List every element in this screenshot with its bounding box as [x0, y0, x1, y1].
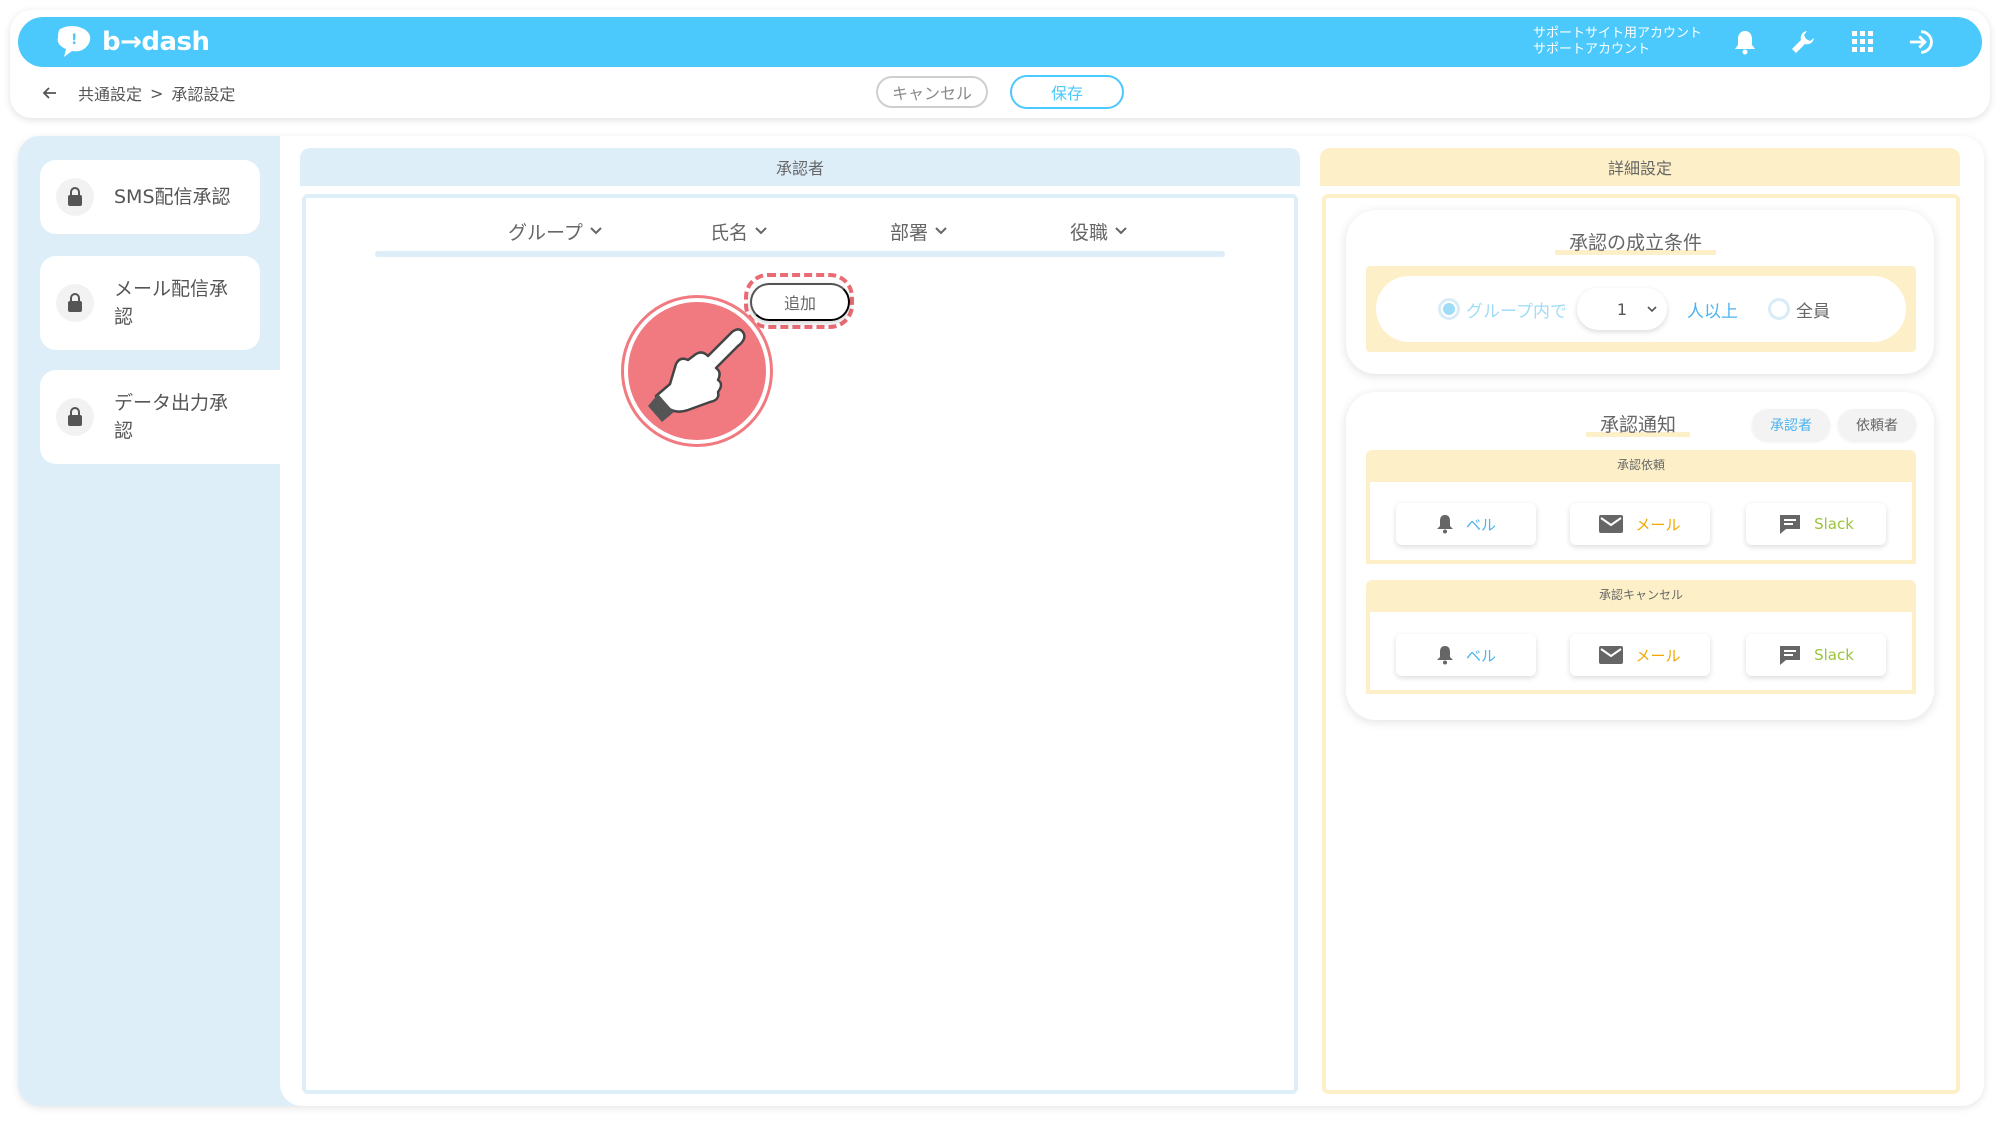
breadcrumb-parent[interactable]: 共通設定 — [78, 81, 142, 105]
account-line1: サポートサイト用アカウント — [1533, 26, 1703, 41]
count-value: 1 — [1616, 299, 1628, 319]
bell-icon[interactable] — [1730, 27, 1760, 57]
breadcrumb-separator: > — [150, 83, 164, 103]
request-mail-button[interactable]: メール — [1570, 503, 1710, 545]
column-group[interactable]: グループ — [508, 218, 603, 244]
request-slack-button[interactable]: Slack — [1746, 503, 1886, 545]
count-select[interactable]: 1 — [1576, 288, 1667, 330]
button-label: Slack — [1814, 515, 1854, 533]
condition-options: グループ内で 1 人以上 全員 — [1376, 276, 1906, 342]
column-label: 氏名 — [710, 221, 749, 244]
request-section-header: 承認依頼 — [1366, 450, 1916, 478]
radio-all[interactable] — [1767, 298, 1790, 320]
svg-text:!: ! — [71, 32, 77, 48]
chevron-down-icon — [1115, 227, 1127, 235]
save-button[interactable]: 保存 — [1010, 75, 1124, 109]
pointer-hand-icon — [624, 298, 770, 444]
bell-icon — [1436, 515, 1453, 534]
button-label: メール — [1635, 646, 1681, 665]
logo-text: b→dash — [102, 27, 210, 57]
top-bar: ! b→dash サポートサイト用アカウント サポートアカウント — [18, 17, 1982, 67]
chat-icon — [1780, 515, 1801, 534]
option-group-label: グループ内で — [1466, 301, 1567, 322]
wrench-icon[interactable] — [1788, 27, 1818, 57]
column-label: 部署 — [890, 221, 929, 244]
tab-approver[interactable]: 承認者 — [1752, 409, 1830, 441]
option-all-label: 全員 — [1795, 301, 1830, 322]
account-line2: サポートアカウント — [1533, 42, 1651, 57]
bell-icon — [1436, 646, 1453, 665]
chat-icon — [1780, 646, 1801, 665]
account-info[interactable]: サポートサイト用アカウント サポートアカウント — [1533, 26, 1702, 58]
approver-panel-header: 承認者 — [300, 148, 1300, 186]
breadcrumb: 共通設定 > 承認設定 — [40, 76, 235, 110]
apps-grid-icon[interactable] — [1848, 27, 1878, 57]
chevron-down-icon — [590, 227, 602, 235]
button-label: メール — [1635, 515, 1681, 534]
lock-icon — [56, 398, 94, 436]
approver-panel-body — [302, 194, 1298, 1094]
cancel-mail-button[interactable]: メール — [1570, 634, 1710, 676]
cancel-button[interactable]: キャンセル — [876, 76, 988, 108]
radio-group-within[interactable] — [1438, 298, 1460, 320]
cancel-bell-button[interactable]: ベル — [1396, 634, 1536, 676]
chevron-down-icon — [755, 227, 767, 235]
condition-title: 承認の成立条件 — [1555, 228, 1717, 255]
sidebar-item-sms-approval[interactable]: SMS配信承認 — [40, 160, 260, 234]
chevron-down-icon — [1647, 306, 1657, 313]
sidebar-item-data-export-approval[interactable]: データ出力承認 — [40, 370, 280, 464]
mail-icon — [1599, 515, 1624, 533]
mail-icon — [1599, 646, 1624, 664]
sidebar-item-label: SMS配信承認 — [114, 186, 231, 208]
button-label: ベル — [1465, 646, 1496, 665]
breadcrumb-current: 承認設定 — [171, 85, 236, 104]
lock-icon — [56, 178, 94, 216]
column-department[interactable]: 部署 — [890, 218, 948, 244]
notification-title: 承認通知 — [1586, 410, 1691, 437]
detail-panel-header: 詳細設定 — [1320, 148, 1960, 186]
button-label: ベル — [1465, 515, 1496, 534]
column-label: グループ — [508, 221, 583, 244]
request-bell-button[interactable]: ベル — [1396, 503, 1536, 545]
sidebar-item-label: データ出力承認 — [114, 392, 229, 442]
back-arrow-icon[interactable] — [40, 83, 60, 103]
cancel-slack-button[interactable]: Slack — [1746, 634, 1886, 676]
lock-icon — [56, 284, 94, 322]
button-label: Slack — [1814, 646, 1854, 664]
logo[interactable]: ! b→dash — [54, 25, 210, 59]
logout-icon[interactable] — [1908, 27, 1938, 57]
sidebar-item-mail-approval[interactable]: メール配信承認 — [40, 256, 260, 350]
chevron-down-icon — [935, 227, 947, 235]
sidebar-item-label: メール配信承認 — [114, 278, 229, 328]
column-name[interactable]: 氏名 — [710, 218, 768, 244]
tab-requester[interactable]: 依頼者 — [1838, 409, 1916, 441]
column-position[interactable]: 役職 — [1070, 218, 1128, 244]
column-divider — [375, 251, 1225, 257]
cancel-section-header: 承認キャンセル — [1366, 580, 1916, 608]
column-label: 役職 — [1070, 221, 1109, 244]
count-suffix: 人以上 — [1686, 301, 1738, 322]
logo-bubble-icon: ! — [57, 26, 91, 57]
